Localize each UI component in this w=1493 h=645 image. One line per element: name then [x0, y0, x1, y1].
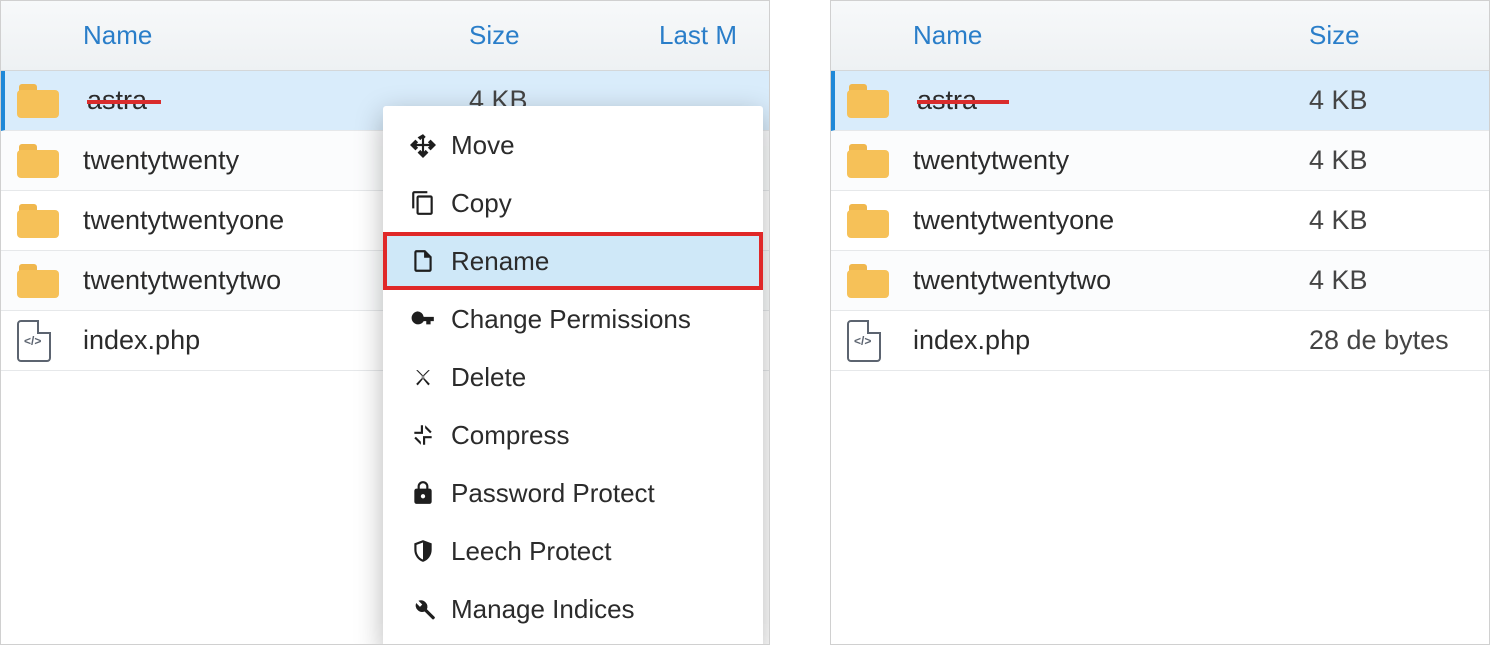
file-size: 4 KB — [1279, 85, 1489, 116]
header-size[interactable]: Size — [1279, 20, 1489, 51]
column-headers: Name Size — [831, 1, 1489, 71]
menu-item-manage-indices[interactable]: Manage Indices — [383, 580, 763, 638]
file-size: 4 KB — [1279, 265, 1489, 296]
folder-icon — [847, 144, 889, 178]
header-size[interactable]: Size — [439, 20, 649, 51]
file-size: 4 KB — [1279, 145, 1489, 176]
menu-item-change-permissions[interactable]: Change Permissions — [383, 290, 763, 348]
menu-label: Move — [451, 130, 515, 161]
file-panel-right: Name Size astra-- 4 KB twentytwenty 4 KB… — [830, 0, 1490, 645]
file-icon: </> — [847, 320, 881, 362]
key-icon — [409, 305, 437, 333]
menu-item-rename[interactable]: Rename — [383, 232, 763, 290]
file-name: twentytwenty — [913, 145, 1279, 176]
menu-label: Manage Indices — [451, 594, 635, 625]
menu-item-compress[interactable]: Compress — [383, 406, 763, 464]
file-row-twentytwentyone[interactable]: twentytwentyone 4 KB — [831, 191, 1489, 251]
menu-label: Leech Protect — [451, 536, 611, 567]
file-row-twentytwenty[interactable]: twentytwenty 4 KB — [831, 131, 1489, 191]
menu-item-delete[interactable]: Delete — [383, 348, 763, 406]
file-name: twentytwentytwo — [913, 265, 1279, 296]
file-name: astra-- — [917, 85, 1279, 116]
folder-icon — [847, 264, 889, 298]
menu-label: Change Permissions — [451, 304, 691, 335]
folder-icon — [847, 204, 889, 238]
file-size: 4 KB — [1279, 205, 1489, 236]
rename-icon — [409, 247, 437, 275]
menu-item-copy[interactable]: Copy — [383, 174, 763, 232]
menu-label: Delete — [451, 362, 526, 393]
file-row-astra-renamed[interactable]: astra-- 4 KB — [831, 71, 1489, 131]
folder-icon — [17, 84, 59, 118]
file-size: 28 de bytes — [1279, 325, 1489, 356]
column-headers: Name Size Last M — [1, 1, 769, 71]
file-name: twentytwentyone — [913, 205, 1279, 236]
header-name[interactable]: Name — [831, 20, 1279, 51]
folder-icon — [17, 204, 59, 238]
delete-icon — [409, 363, 437, 391]
header-name[interactable]: Name — [1, 20, 439, 51]
wrench-icon — [409, 595, 437, 623]
folder-icon — [17, 144, 59, 178]
lock-icon — [409, 479, 437, 507]
menu-item-password-protect[interactable]: Password Protect — [383, 464, 763, 522]
highlight-underline — [87, 100, 161, 104]
menu-label: Rename — [451, 246, 549, 277]
menu-label: Password Protect — [451, 478, 655, 509]
folder-icon — [17, 264, 59, 298]
header-last-modified[interactable]: Last M — [649, 20, 769, 51]
move-icon — [409, 131, 437, 159]
menu-label: Compress — [451, 420, 569, 451]
copy-icon — [409, 189, 437, 217]
menu-item-leech-protect[interactable]: Leech Protect — [383, 522, 763, 580]
menu-label: Copy — [451, 188, 512, 219]
context-menu: Move Copy Rename Change Permissions Dele… — [383, 106, 763, 645]
file-row-index-php[interactable]: </> index.php 28 de bytes — [831, 311, 1489, 371]
file-panel-left: Name Size Last M astra 4 KB twentytwenty… — [0, 0, 770, 645]
folder-icon — [847, 84, 889, 118]
menu-item-move[interactable]: Move — [383, 116, 763, 174]
shield-icon — [409, 537, 437, 565]
file-row-twentytwentytwo[interactable]: twentytwentytwo 4 KB — [831, 251, 1489, 311]
compress-icon — [409, 421, 437, 449]
file-icon: </> — [17, 320, 51, 362]
file-name: index.php — [913, 325, 1279, 356]
highlight-underline — [917, 100, 1009, 104]
